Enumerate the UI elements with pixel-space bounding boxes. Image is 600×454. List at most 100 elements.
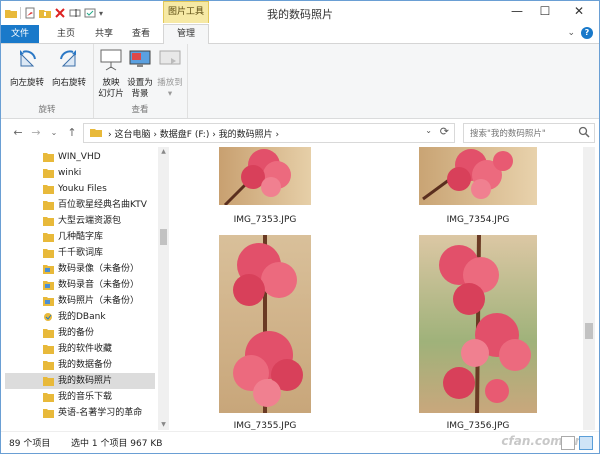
folder-icon xyxy=(43,169,54,178)
address-bar[interactable]: › 这台电脑 › 数据盘F (F:) › 我的数码照片 › ⌄ ⟳ xyxy=(83,123,455,143)
desktop-background-icon xyxy=(129,50,151,67)
nav-scrollbar-thumb[interactable] xyxy=(160,229,167,245)
scroll-down-icon[interactable]: ▼ xyxy=(158,420,169,430)
folder-icon xyxy=(43,409,54,418)
nav-item-selected[interactable]: 我的数码照片 xyxy=(5,373,155,389)
slideshow-button[interactable]: 放映 幻灯片 xyxy=(97,46,125,100)
rotate-group: 向左旋转 向右旋转 旋转 xyxy=(1,44,94,118)
help-icon[interactable]: ? xyxy=(581,27,593,39)
nav-item-label: 大型云端资源包 xyxy=(58,216,122,226)
library-folder-icon xyxy=(43,281,54,290)
explorer-window: ▾ 图片工具 我的数码照片 — ☐ ✕ 文件 主页 共享 查看 管理 ⌄ ? 向… xyxy=(0,0,600,454)
rotate-left-icon xyxy=(20,50,36,67)
tab-view[interactable]: 查看 xyxy=(132,25,150,43)
library-folder-icon xyxy=(43,297,54,306)
folder-icon xyxy=(43,329,54,338)
nav-item-label: 英语-名著学习的革命 xyxy=(58,408,143,418)
cast-to-device-label: 播放到 xyxy=(157,78,183,88)
window-controls: — ☐ ✕ xyxy=(503,1,599,21)
nav-item[interactable]: 数码照片（未备份） xyxy=(5,293,155,309)
rotate-left-button[interactable]: 向左旋转 xyxy=(7,46,47,89)
expand-ribbon-icon[interactable]: ⌄ xyxy=(567,28,575,38)
close-button[interactable]: ✕ xyxy=(559,1,599,21)
nav-item-label: Youku Files xyxy=(58,184,107,194)
nav-item-label: 我的软件收藏 xyxy=(58,344,113,354)
folder-icon xyxy=(43,393,54,402)
view-switcher xyxy=(561,436,593,450)
nav-item[interactable]: 大型云端资源包 xyxy=(5,213,155,229)
nav-item[interactable]: 我的音乐下载 xyxy=(5,389,155,405)
nav-item[interactable]: 百位歌星经典名曲KTV xyxy=(5,197,155,213)
nav-item[interactable]: 我的软件收藏 xyxy=(5,341,155,357)
ribbon-tabs: 文件 主页 共享 查看 管理 ⌄ ? xyxy=(1,24,599,44)
nav-item[interactable]: 千千歌词库 xyxy=(5,245,155,261)
refresh-button[interactable]: ⟳ xyxy=(440,125,449,138)
nav-item[interactable]: WIN_VHD xyxy=(5,149,155,165)
nav-item-label: 我的音乐下载 xyxy=(58,392,113,402)
rotate-right-button[interactable]: 向右旋转 xyxy=(49,46,89,89)
breadcrumb[interactable]: › 这台电脑 › 数据盘F (F:) › 我的数码照片 › xyxy=(108,127,279,140)
tab-home[interactable]: 主页 xyxy=(57,25,75,43)
nav-item-label: 数码照片（未备份） xyxy=(58,296,140,306)
set-background-label-1: 设置为 xyxy=(127,78,153,88)
up-button[interactable]: ↑ xyxy=(65,126,79,140)
file-name: IMG_7355.JPG xyxy=(233,421,297,430)
content-scrollbar-thumb[interactable] xyxy=(585,323,593,339)
nav-item[interactable]: 几种酷字库 xyxy=(5,229,155,245)
nav-item-label: 我的数据备份 xyxy=(58,360,113,370)
tab-file[interactable]: 文件 xyxy=(1,25,39,43)
maximize-button[interactable]: ☐ xyxy=(531,1,559,21)
nav-item[interactable]: 数码录音（未备份） xyxy=(5,277,155,293)
folder-icon xyxy=(90,129,102,137)
photo-thumbnail[interactable] xyxy=(219,147,311,205)
back-button[interactable]: ← xyxy=(11,126,25,140)
selection-info: 选中 1 个项目 967 KB xyxy=(71,439,163,449)
nav-item[interactable]: Youku Files xyxy=(5,181,155,197)
set-as-background-button[interactable]: 设置为 背景 xyxy=(125,46,155,100)
folder-icon xyxy=(43,153,54,162)
rotate-left-label: 向左旋转 xyxy=(9,78,44,88)
set-background-label-2: 背景 xyxy=(131,89,149,99)
minimize-button[interactable]: — xyxy=(503,1,531,21)
nav-item[interactable]: winki xyxy=(5,165,155,181)
ribbon-controls: ⌄ ? xyxy=(567,27,593,39)
folder-icon xyxy=(43,345,54,354)
folder-icon xyxy=(43,217,54,226)
nav-item-label: 我的备份 xyxy=(58,328,95,338)
file-name: IMG_7354.JPG xyxy=(446,215,510,225)
slideshow-icon xyxy=(100,49,122,71)
file-name: IMG_7353.JPG xyxy=(233,215,297,225)
photo-thumbnail[interactable] xyxy=(419,235,537,413)
tab-manage[interactable]: 管理 xyxy=(163,24,209,44)
forward-button[interactable]: → xyxy=(29,126,43,140)
ribbon: 向左旋转 向右旋转 旋转 放映 幻灯片 设置为 背景 播放到 ▾ 查看 xyxy=(1,44,599,119)
search-input[interactable] xyxy=(468,126,578,141)
nav-item-label: 几种酷字库 xyxy=(58,232,104,242)
nav-item[interactable]: 我的数据备份 xyxy=(5,357,155,373)
nav-item[interactable]: 我的DBank xyxy=(5,309,155,325)
search-icon[interactable] xyxy=(578,126,590,138)
slideshow-label-1: 放映 xyxy=(102,78,120,88)
rotate-group-label: 旋转 xyxy=(38,105,56,115)
rotate-right-icon xyxy=(60,50,76,67)
nav-item[interactable]: 英语-名著学习的革命 xyxy=(5,405,155,421)
tab-share[interactable]: 共享 xyxy=(95,25,113,43)
search-box[interactable] xyxy=(463,123,595,143)
address-row: ← → ⌄ ↑ › 这台电脑 › 数据盘F (F:) › 我的数码照片 › ⌄ … xyxy=(1,121,599,145)
photo-thumbnail[interactable] xyxy=(219,235,311,413)
photo-thumbnail[interactable] xyxy=(419,147,537,205)
nav-item-label: 数码录像（未备份） xyxy=(58,264,140,274)
file-view: IMG_7353.JPG IMG_7354.JPG IMG_7355.JPG I… xyxy=(171,147,583,430)
nav-item-label: 数码录音（未备份） xyxy=(58,280,140,290)
cast-to-device-icon xyxy=(159,50,181,65)
cast-to-device-button[interactable]: 播放到 ▾ xyxy=(155,46,185,100)
details-view-icon[interactable] xyxy=(561,436,575,450)
nav-scrollbar[interactable]: ▲ ▼ xyxy=(158,147,169,430)
large-icons-view-icon[interactable] xyxy=(579,436,593,450)
nav-item[interactable]: 数码录像（未备份） xyxy=(5,261,155,277)
address-dropdown-button[interactable]: ⌄ xyxy=(425,126,432,135)
recent-locations-button[interactable]: ⌄ xyxy=(47,126,61,140)
content-scrollbar[interactable] xyxy=(583,147,595,430)
nav-item[interactable]: 我的备份 xyxy=(5,325,155,341)
scroll-up-icon[interactable]: ▲ xyxy=(158,147,169,157)
